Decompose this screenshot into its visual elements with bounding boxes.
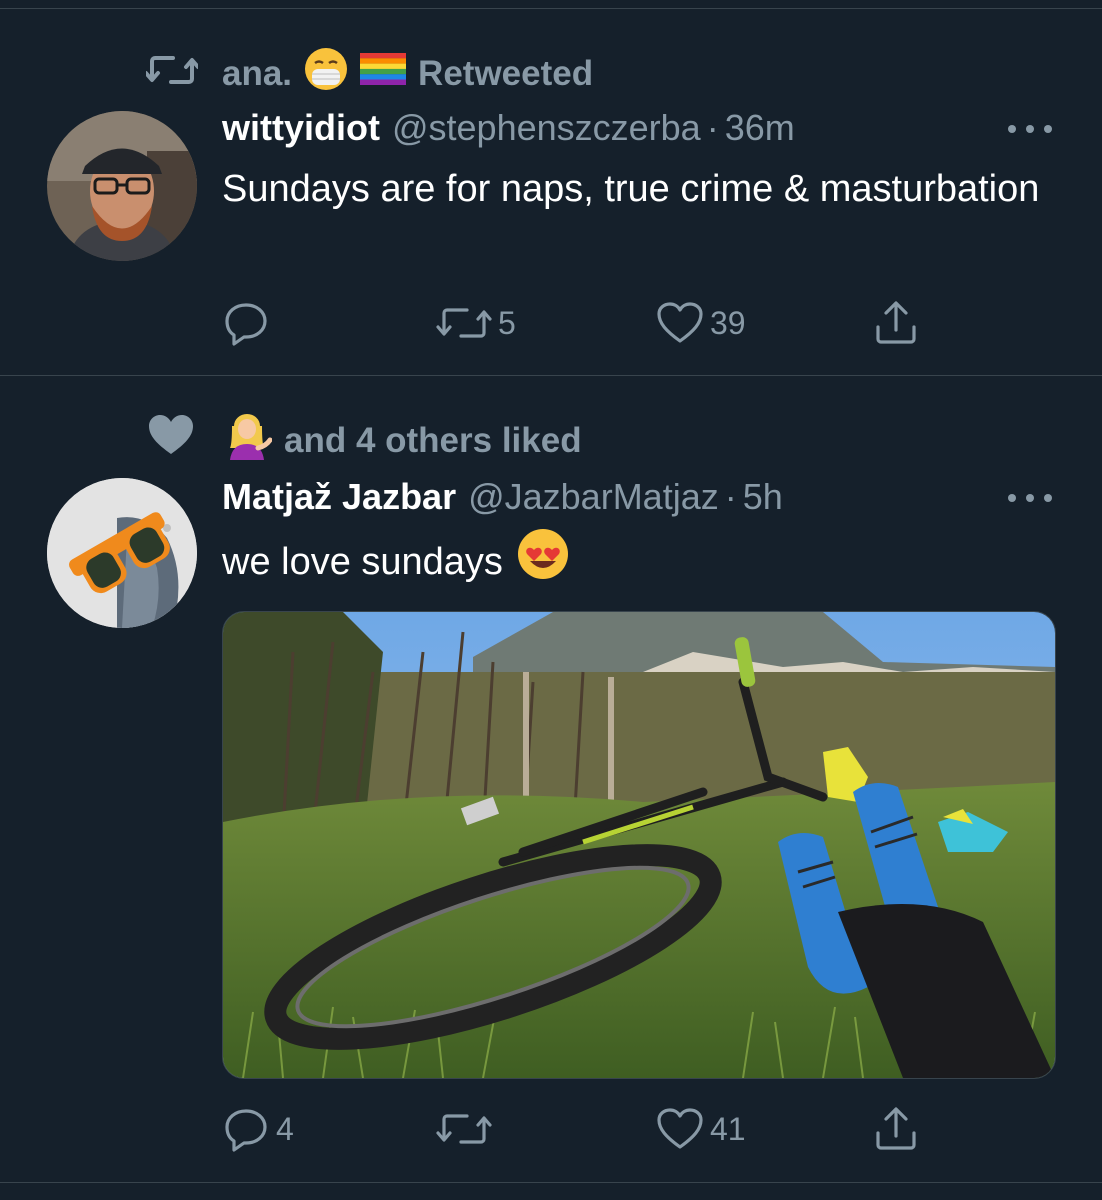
separator-dot: ·: [706, 107, 719, 148]
retweet-icon: [436, 1109, 492, 1149]
mountain-bike-on-grass-photo[interactable]: [222, 611, 1056, 1079]
tweet-header: Matjaž Jazbar @JazbarMatjaz · 5h: [222, 476, 783, 518]
display-name[interactable]: wittyidiot: [222, 107, 380, 149]
share-button[interactable]: [872, 1104, 920, 1154]
user-handle[interactable]: @stephenszczerba: [392, 107, 701, 149]
share-button[interactable]: [872, 298, 920, 348]
tweet-divider: [0, 1182, 1102, 1183]
more-options-icon[interactable]: [1008, 119, 1052, 139]
display-name[interactable]: Matjaž Jazbar: [222, 476, 456, 518]
like-context[interactable]: and 4 others liked: [222, 412, 582, 469]
tweet-text: we love sundays: [222, 541, 503, 583]
more-options-icon[interactable]: [1008, 488, 1052, 508]
reply-button[interactable]: [222, 298, 276, 348]
person-tipping-hand-emoji: [222, 412, 273, 469]
avatar-matjaz[interactable]: [47, 478, 197, 628]
share-icon: [872, 299, 920, 347]
avatar-wittyidiot[interactable]: [47, 111, 197, 261]
liked-label: and 4 others liked: [284, 420, 582, 460]
tweet[interactable]: and 4 others liked Matjaž Jazbar @Jazbar…: [0, 376, 1102, 1182]
tweet-time[interactable]: 5h: [743, 476, 783, 518]
tweet-actions: 4 41: [222, 1104, 942, 1154]
retweeted-label: Retweeted: [418, 53, 594, 93]
reply-button[interactable]: 4: [222, 1104, 294, 1154]
reply-count: 4: [276, 1110, 294, 1147]
retweet-context[interactable]: ana. Retweeted: [222, 47, 593, 100]
reply-icon: [222, 299, 270, 347]
user-handle[interactable]: @JazbarMatjaz: [468, 476, 719, 518]
like-count: 39: [710, 304, 746, 341]
share-icon: [872, 1105, 920, 1153]
tweet-actions: 5 39: [222, 298, 942, 348]
heart-icon: [148, 414, 194, 456]
tweet-text: Sundays are for naps, true crime & mastu…: [222, 168, 1040, 210]
retweet-count: 5: [498, 304, 516, 341]
like-button[interactable]: 41: [656, 1104, 746, 1154]
heart-icon: [656, 301, 704, 345]
like-count: 41: [710, 1110, 746, 1147]
tweet-header: wittyidiot @stephenszczerba · 36m: [222, 107, 795, 149]
like-button[interactable]: 39: [656, 298, 746, 348]
retweet-icon: [146, 53, 198, 87]
face-with-medical-mask-emoji: [304, 47, 348, 100]
reply-icon: [222, 1105, 270, 1153]
tweet[interactable]: ana. Retweeted wittyidiot @stephenszczer…: [0, 9, 1102, 375]
smiling-face-with-heart-eyes-emoji: [517, 528, 569, 596]
tweet-time[interactable]: 36m: [725, 107, 795, 149]
retweet-button[interactable]: 5: [436, 298, 516, 348]
rainbow-flag-emoji: [360, 53, 407, 94]
tweet-text-row: we love sundays: [222, 528, 1042, 596]
separator-dot: ·: [724, 476, 737, 517]
heart-icon: [656, 1107, 704, 1151]
retweeter-name[interactable]: ana.: [222, 54, 292, 94]
retweet-icon: [436, 303, 492, 343]
retweet-button[interactable]: [436, 1104, 498, 1154]
